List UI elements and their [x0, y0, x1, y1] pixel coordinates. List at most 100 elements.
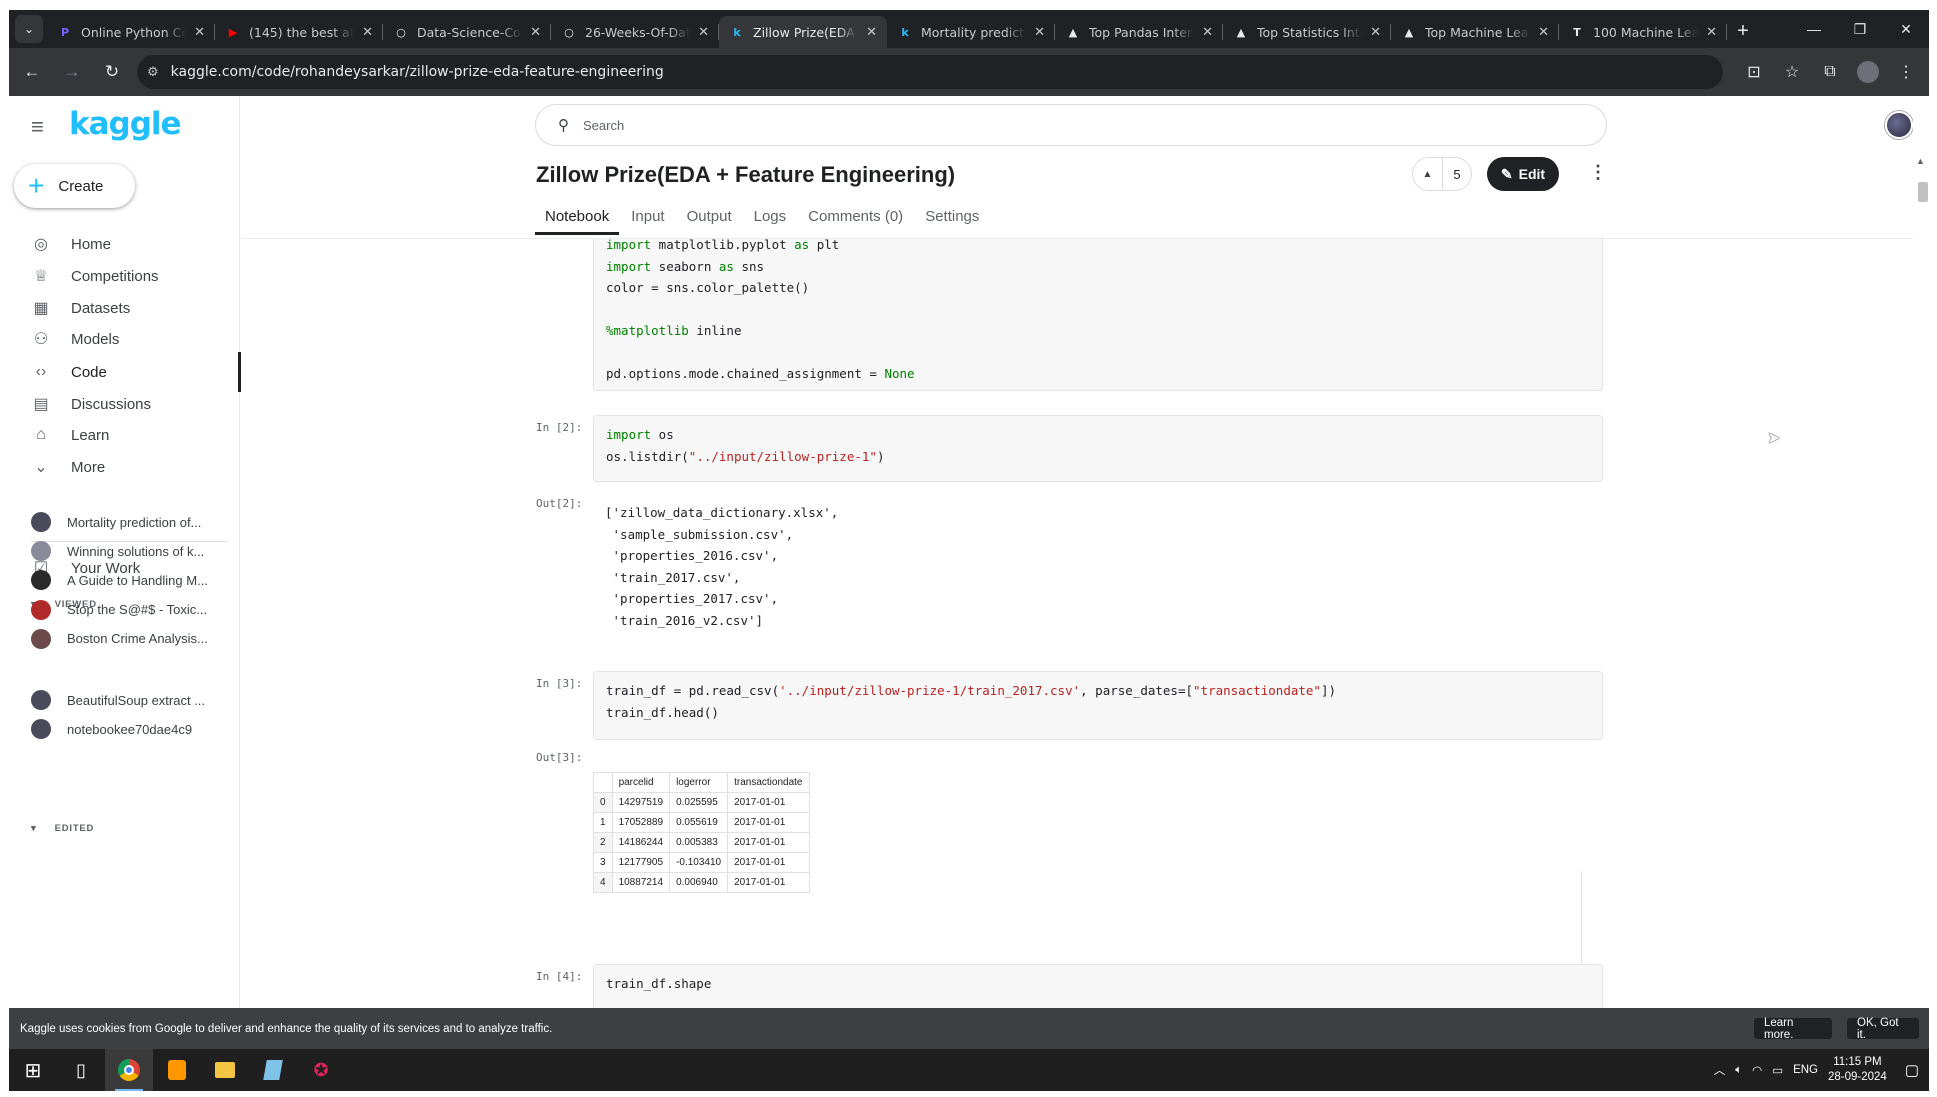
recent-notebook-item[interactable]: BeautifulSoup extract ...	[31, 690, 231, 710]
close-tab-icon[interactable]: ✕	[1538, 25, 1549, 40]
upvote-arrow-icon[interactable]: ▲	[1413, 158, 1443, 190]
browser-tab[interactable]: ▶ (145) the best att ✕	[215, 16, 383, 48]
tab-settings[interactable]: Settings	[925, 208, 979, 235]
extensions-icon[interactable]: ⧉	[1813, 55, 1847, 89]
tab-title: 26-Weeks-Of-Dat	[585, 24, 691, 40]
recent-notebook-item[interactable]: Winning solutions of k...	[31, 541, 231, 562]
browser-tab[interactable]: k Mortality predictic ✕	[887, 16, 1055, 48]
browser-tab[interactable]: ○ 26-Weeks-Of-Dat ✕	[551, 16, 719, 48]
page-scrollbar[interactable]	[1913, 96, 1929, 1008]
browser-tab[interactable]: P Online Python Co ✕	[47, 16, 215, 48]
bookmark-star-icon[interactable]: ☆	[1775, 55, 1809, 89]
user-avatar[interactable]	[1885, 111, 1913, 139]
code-cell-3[interactable]: train_df = pd.read_csv('../input/zillow-…	[593, 671, 1603, 740]
browser-tab[interactable]: ○ Data-Science-Cou ✕	[383, 16, 551, 48]
sidebar-item-label: Discussions	[71, 395, 152, 413]
create-button[interactable]: + Create	[14, 164, 135, 208]
scroll-up-arrow-icon[interactable]: ▲	[1916, 156, 1925, 166]
tab-output[interactable]: Output	[687, 208, 732, 235]
tab-title: Top Statistics Inte	[1257, 24, 1363, 40]
forward-button[interactable]: →	[55, 55, 89, 89]
youtube-icon: ▶	[228, 25, 238, 39]
browser-tab[interactable]: T 100 Machine Lear ✕	[1559, 16, 1727, 48]
ok-got-it-button[interactable]: OK, Got it.	[1847, 1017, 1919, 1041]
code-cell-4[interactable]: train_df.shape	[593, 964, 1603, 1008]
cookie-text: Kaggle uses cookies from Google to deliv…	[20, 1022, 553, 1035]
sidebar-item-label: Competitions	[71, 267, 159, 285]
chrome-menu-icon[interactable]: ⋮	[1889, 55, 1923, 89]
close-tab-icon[interactable]: ✕	[1370, 25, 1381, 40]
learn-icon: ⌂	[36, 426, 46, 443]
close-tab-icon[interactable]: ✕	[866, 25, 877, 40]
recent-notebook-item[interactable]: Mortality prediction of...	[31, 512, 231, 532]
recent-notebook-item[interactable]: Boston Crime Analysis...	[31, 628, 231, 649]
file-explorer-icon[interactable]	[201, 1049, 249, 1091]
close-tab-icon[interactable]: ✕	[698, 25, 709, 40]
row-index: 4	[593, 872, 613, 893]
table-cell: 14186244	[611, 832, 671, 853]
tab-logs[interactable]: Logs	[754, 208, 787, 235]
cell-prompt-out-3: Out[3]:	[536, 751, 583, 764]
back-button[interactable]: ←	[15, 55, 49, 89]
close-tab-icon[interactable]: ✕	[194, 25, 205, 40]
reload-button[interactable]: ↻	[95, 55, 129, 89]
cell-prompt-in-3: In [3]:	[536, 677, 583, 690]
output-line: 'sample_submission.csv',	[605, 526, 794, 542]
close-tab-icon[interactable]: ✕	[1034, 25, 1045, 40]
tab-comments[interactable]: Comments (0)	[808, 208, 903, 235]
tab-title: Top Pandas Interv	[1089, 24, 1195, 40]
site-info-icon[interactable]: ⚙	[147, 65, 159, 80]
browser-tab[interactable]: ▲ Top Machine Lear ✕	[1391, 16, 1559, 48]
screen-border	[0, 1091, 1937, 1097]
edit-button[interactable]: ✎ Edit	[1487, 157, 1559, 191]
notifications-icon[interactable]: ▢	[1905, 1061, 1919, 1079]
author-avatar	[31, 570, 51, 591]
restore-button[interactable]: ❐	[1837, 10, 1883, 48]
row-index: 0	[593, 792, 613, 813]
edited-section-header[interactable]: ▾ EDITED	[31, 823, 94, 834]
new-tab-button[interactable]: +	[1727, 15, 1759, 47]
app-star-icon[interactable]: ✪	[297, 1049, 345, 1091]
install-app-icon[interactable]: ⊡	[1737, 55, 1771, 89]
profile-icon[interactable]	[1851, 55, 1885, 89]
close-tab-icon[interactable]: ✕	[362, 25, 373, 40]
battery-icon[interactable]: ▭	[1772, 1063, 1783, 1077]
chrome-taskbar-icon[interactable]	[105, 1049, 153, 1091]
notepad-icon[interactable]	[249, 1049, 297, 1091]
task-view-icon[interactable]: ▯	[57, 1049, 105, 1091]
show-hidden-icons-icon[interactable]: ︿	[1714, 1062, 1726, 1078]
recent-notebook-item[interactable]: notebookee70dae4c9	[31, 719, 231, 740]
clock[interactable]: 11:15 PM 28-09-2024	[1828, 1055, 1887, 1085]
recent-item-title: notebookee70dae4c9	[67, 721, 193, 737]
recent-notebook-item[interactable]: A Guide to Handling M...	[31, 570, 231, 591]
close-tab-icon[interactable]: ✕	[1706, 25, 1717, 40]
tab-input[interactable]: Input	[631, 208, 664, 235]
close-tab-icon[interactable]: ✕	[530, 25, 541, 40]
tab-search-button[interactable]: ⌄	[15, 15, 43, 43]
learn-more-button[interactable]: Learn more.	[1754, 1017, 1832, 1041]
more-options-icon[interactable]: ⋮	[1589, 162, 1607, 183]
scrollbar-thumb[interactable]	[1918, 182, 1928, 202]
language-indicator[interactable]: ENG	[1793, 1064, 1818, 1076]
browser-tab[interactable]: ▲ Top Statistics Inte ✕	[1223, 16, 1391, 48]
windows-start-icon[interactable]: ⊞	[9, 1049, 57, 1091]
hamburger-menu-icon[interactable]: ≡	[31, 114, 44, 140]
minimize-button[interactable]: —	[1791, 10, 1837, 48]
tab-notebook[interactable]: Notebook	[534, 208, 620, 235]
recent-notebook-item[interactable]: Stop the S@#$ - Toxic...	[31, 599, 231, 620]
trophy-icon: ♕	[33, 268, 49, 285]
sidebar-item-more[interactable]: ⌄ More	[9, 447, 240, 487]
close-window-button[interactable]: ✕	[1883, 10, 1929, 48]
search-input[interactable]: ⚲ Search	[535, 104, 1607, 146]
browser-tab[interactable]: ▲ Top Pandas Interv ✕	[1055, 16, 1223, 48]
code-cell-2[interactable]: import os os.listdir("../input/zillow-pr…	[593, 415, 1603, 482]
medium-icon: T	[1573, 25, 1581, 39]
wifi-icon[interactable]: ◠	[1752, 1063, 1762, 1077]
sublime-text-icon[interactable]	[153, 1049, 201, 1091]
volume-icon[interactable]: 🔈︎	[1735, 1064, 1742, 1077]
browser-tab[interactable]: k Zillow Prize(EDA ✕	[719, 16, 887, 48]
kaggle-logo[interactable]: kaggle	[69, 106, 182, 142]
code-cell-1[interactable]: import matplotlib.pyplot as plt import se…	[593, 239, 1603, 391]
close-tab-icon[interactable]: ✕	[1202, 25, 1213, 40]
address-bar[interactable]: ⚙ kaggle.com/code/rohandeysarkar/zillow-…	[137, 55, 1723, 89]
